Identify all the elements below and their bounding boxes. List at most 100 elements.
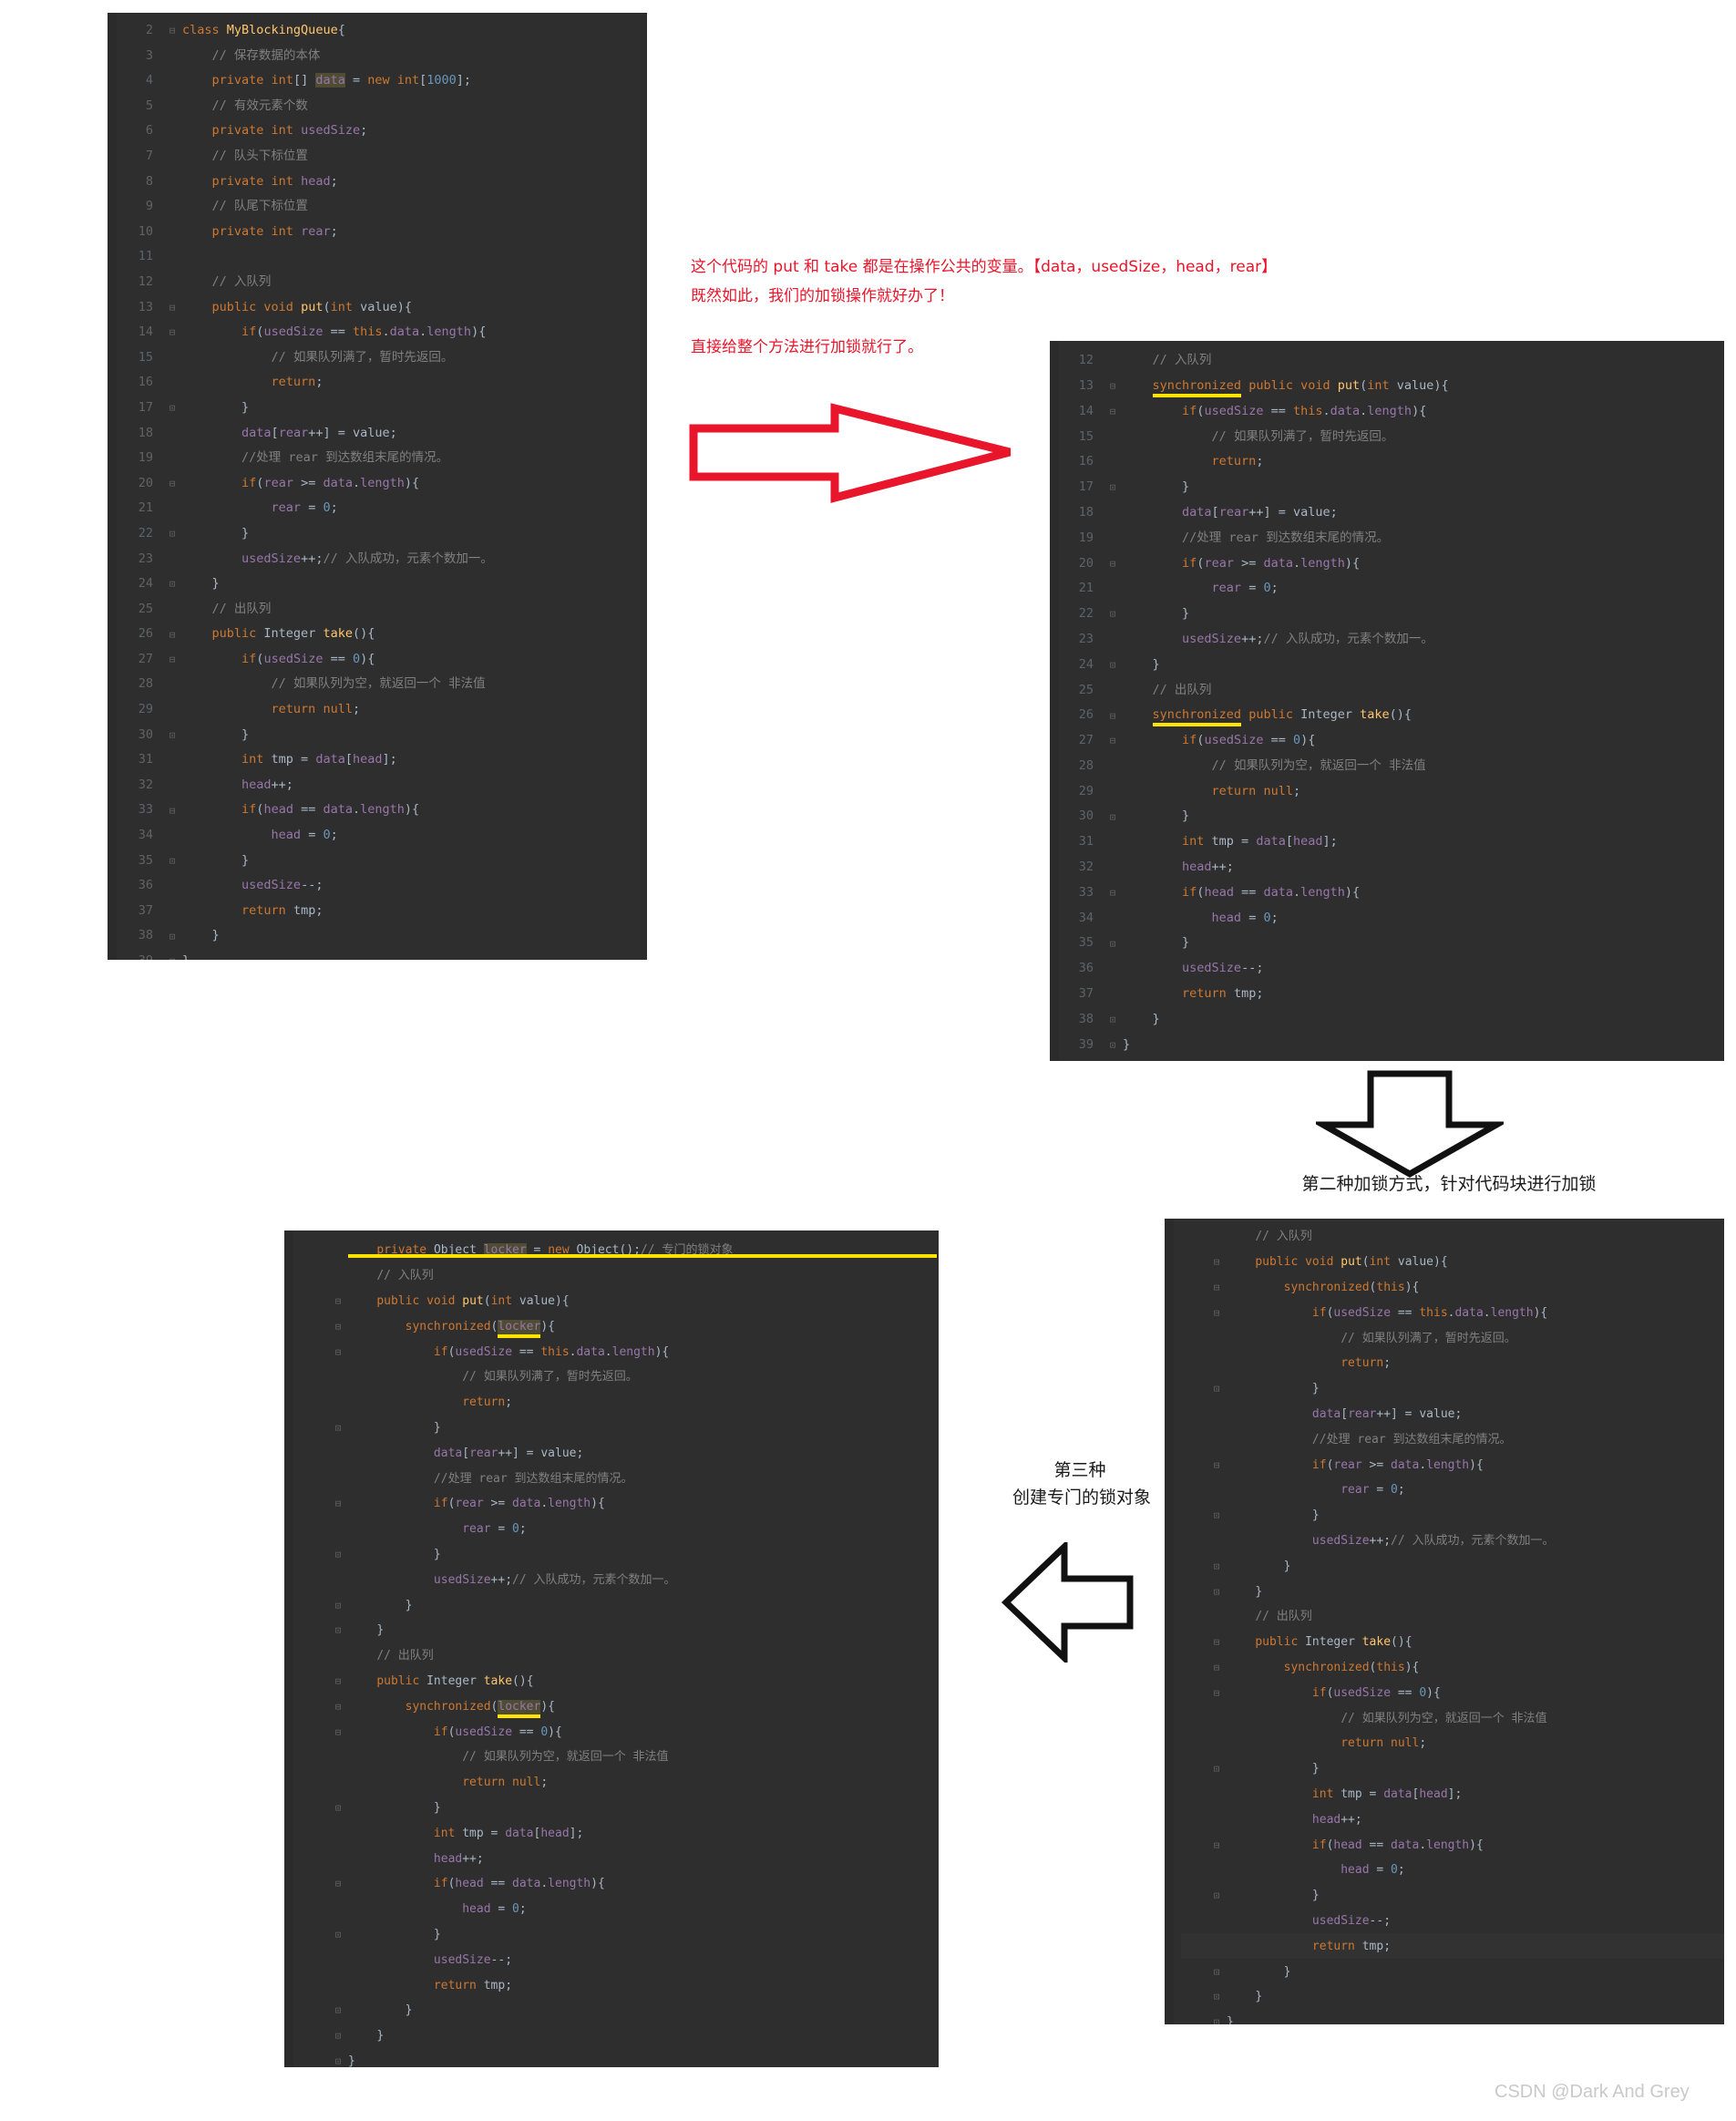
code-text: }	[182, 954, 647, 960]
code-fold-icon[interactable]: ⊡	[328, 1803, 348, 1813]
line-number: 14	[138, 324, 153, 340]
code-fold-icon[interactable]: ⊡	[162, 529, 182, 539]
code-fold-icon[interactable]: ⊡	[1103, 1014, 1123, 1024]
code-text: }	[348, 1549, 939, 1560]
code-fold-icon[interactable]: ⊟	[1207, 1688, 1227, 1698]
code-text: // 有效元素个数	[182, 99, 647, 113]
code-fold-icon[interactable]: ⊡	[328, 2031, 348, 2041]
code-fold-icon[interactable]: ⊡	[328, 1550, 348, 1560]
code-fold-icon[interactable]: ⊟	[328, 1322, 348, 1332]
code-fold-icon[interactable]: ⊡	[328, 1930, 348, 1940]
code-fold-icon[interactable]: ⊡	[1207, 1587, 1227, 1597]
code-line: 12 // 入队列	[1063, 348, 1724, 374]
code-line: data[rear++] = value;	[303, 1440, 939, 1466]
code-fold-icon[interactable]: ⊡	[1207, 2017, 1227, 2024]
code-fold-icon[interactable]: ⊟	[162, 26, 182, 36]
code-line: 26 ⊟ synchronized public Integer take(){	[1063, 703, 1724, 728]
code-fold-icon[interactable]: ⊡	[1103, 812, 1123, 822]
code-fold-icon[interactable]: ⊟	[328, 1347, 348, 1357]
code-fold-icon[interactable]: ⊟	[328, 1727, 348, 1737]
code-token: rear	[469, 1446, 498, 1460]
code-fold-icon[interactable]: ⊟	[1207, 1257, 1227, 1267]
line-number: 2	[145, 23, 153, 38]
code-token: rear	[271, 500, 302, 516]
code-fold-icon[interactable]: ⊡	[328, 1625, 348, 1635]
code-fold-icon[interactable]: ⊡	[1103, 1040, 1123, 1050]
code-fold-icon[interactable]: ⊟	[162, 479, 182, 489]
code-fold-icon[interactable]: ⊟	[328, 1498, 348, 1508]
code-fold-icon[interactable]: ⊟	[1207, 1282, 1227, 1292]
code-token: ){	[404, 802, 420, 818]
code-fold-icon[interactable]: ⊡	[1207, 1510, 1227, 1520]
code-fold-icon[interactable]: ⊟	[1207, 1308, 1227, 1318]
code-fold-icon[interactable]: ⊡	[1207, 1967, 1227, 1977]
code-fold-icon[interactable]: ⊡	[328, 2056, 348, 2066]
code-fold-icon[interactable]: ⊟	[162, 303, 182, 313]
code-line: 38 ⊡ }	[1063, 1007, 1724, 1033]
code-fold-icon[interactable]: ⊡	[328, 1601, 348, 1611]
code-fold-icon[interactable]: ⊡	[162, 932, 182, 942]
code-fold-icon[interactable]: ⊟	[162, 806, 182, 816]
code-fold-icon[interactable]: ⊡	[1103, 939, 1123, 949]
code-fold-icon[interactable]: ⊟	[1103, 711, 1123, 721]
code-fold-icon[interactable]: ⊟	[1207, 1663, 1227, 1673]
code-fold-icon[interactable]: ⊡	[162, 579, 182, 589]
code-block-original[interactable]: 2 ⊟ class MyBlockingQueue{3 // 保存数据的本体 4 pr…	[108, 13, 647, 960]
code-fold-icon[interactable]: ⊟	[328, 1879, 348, 1889]
code-fold-icon[interactable]: ⊡	[162, 856, 182, 866]
code-fold-icon[interactable]: ⊡	[1207, 1764, 1227, 1774]
code-token: ;	[330, 173, 338, 189]
code-line: ⊡ }	[1181, 1883, 1724, 1909]
code-fold-icon[interactable]: ⊟	[1103, 736, 1123, 746]
code-fold-icon[interactable]: ⊡	[1207, 1992, 1227, 2002]
code-line: 20 ⊟ if(rear >= data.length){	[1063, 551, 1724, 576]
code-block-synchronized-this[interactable]: // 入队列 ⊟ public void put(int value){⊟ syn…	[1165, 1219, 1724, 2024]
code-token: length	[1426, 1457, 1470, 1472]
code-fold-icon[interactable]: ⊟	[1207, 1460, 1227, 1470]
code-fold-icon[interactable]: ⊡	[162, 730, 182, 740]
code-fold-icon[interactable]: ⊡	[1207, 1890, 1227, 1900]
code-fold-icon[interactable]: ⊡	[1103, 609, 1123, 619]
code-token: this	[1292, 403, 1323, 418]
code-text: return tmp;	[1227, 1941, 1724, 1952]
code-lines-locker-object: private Object locker = new Object();// …	[284, 1230, 939, 2067]
code-token: (	[1361, 1255, 1370, 1270]
code-fold-icon[interactable]: ⊟	[162, 654, 182, 664]
code-fold-icon[interactable]: ⊟	[1207, 1637, 1227, 1647]
code-fold-icon[interactable]: ⊟	[162, 630, 182, 640]
code-fold-icon[interactable]: ⊡	[162, 403, 182, 413]
code-block-locker-object[interactable]: private Object locker = new Object();// …	[284, 1230, 939, 2067]
code-token: if	[1311, 1838, 1327, 1852]
code-token: ==	[1263, 403, 1293, 418]
code-fold-icon[interactable]: ⊟	[328, 1296, 348, 1306]
code-fold-icon[interactable]: ⊡	[328, 2005, 348, 2015]
code-block-synchronized-method[interactable]: 12 // 入队列 13 ⊟ synchronized public void pu…	[1050, 341, 1724, 1061]
code-fold-icon[interactable]: ⊟	[328, 1676, 348, 1686]
code-token: }	[405, 1598, 413, 1612]
code-token: rear	[1341, 1483, 1370, 1498]
code-fold-icon[interactable]: ⊡	[1207, 1561, 1227, 1571]
code-line: 29 return null;	[122, 697, 647, 723]
code-fold-icon[interactable]: ⊡	[1103, 482, 1123, 492]
code-fold-icon[interactable]: ⊟	[1103, 407, 1123, 417]
code-fold-icon[interactable]: ⊟	[1103, 888, 1123, 898]
code-fold-icon[interactable]: ⊡	[1103, 660, 1123, 670]
code-fold-icon[interactable]: ⊟	[1103, 381, 1123, 391]
code-fold-icon[interactable]: ⊡	[1207, 1384, 1227, 1394]
code-fold-icon[interactable]: ⊟	[162, 327, 182, 337]
code-fold-icon[interactable]: ⊟	[1207, 1840, 1227, 1850]
code-fold-icon[interactable]: ⊟	[328, 1702, 348, 1712]
code-line: 35 ⊡ }	[122, 849, 647, 874]
code-token: head	[462, 1902, 491, 1917]
code-text: private int[] data = new int[1000];	[182, 73, 647, 88]
code-text: public void put(int value){	[182, 301, 647, 314]
code-fold-icon[interactable]: ⊡	[328, 1423, 348, 1433]
code-line: 8 private int head;	[122, 170, 647, 195]
code-token: 处理 rear 到达数组末尾的情况。	[447, 1471, 633, 1486]
code-token: if	[433, 1725, 448, 1739]
code-fold-icon[interactable]: ⊟	[1103, 559, 1123, 569]
code-token: head	[540, 1826, 570, 1840]
code-token: =	[1369, 1863, 1392, 1878]
code-fold-icon[interactable]: ⊡	[162, 956, 182, 960]
code-text: }	[348, 2055, 939, 2067]
